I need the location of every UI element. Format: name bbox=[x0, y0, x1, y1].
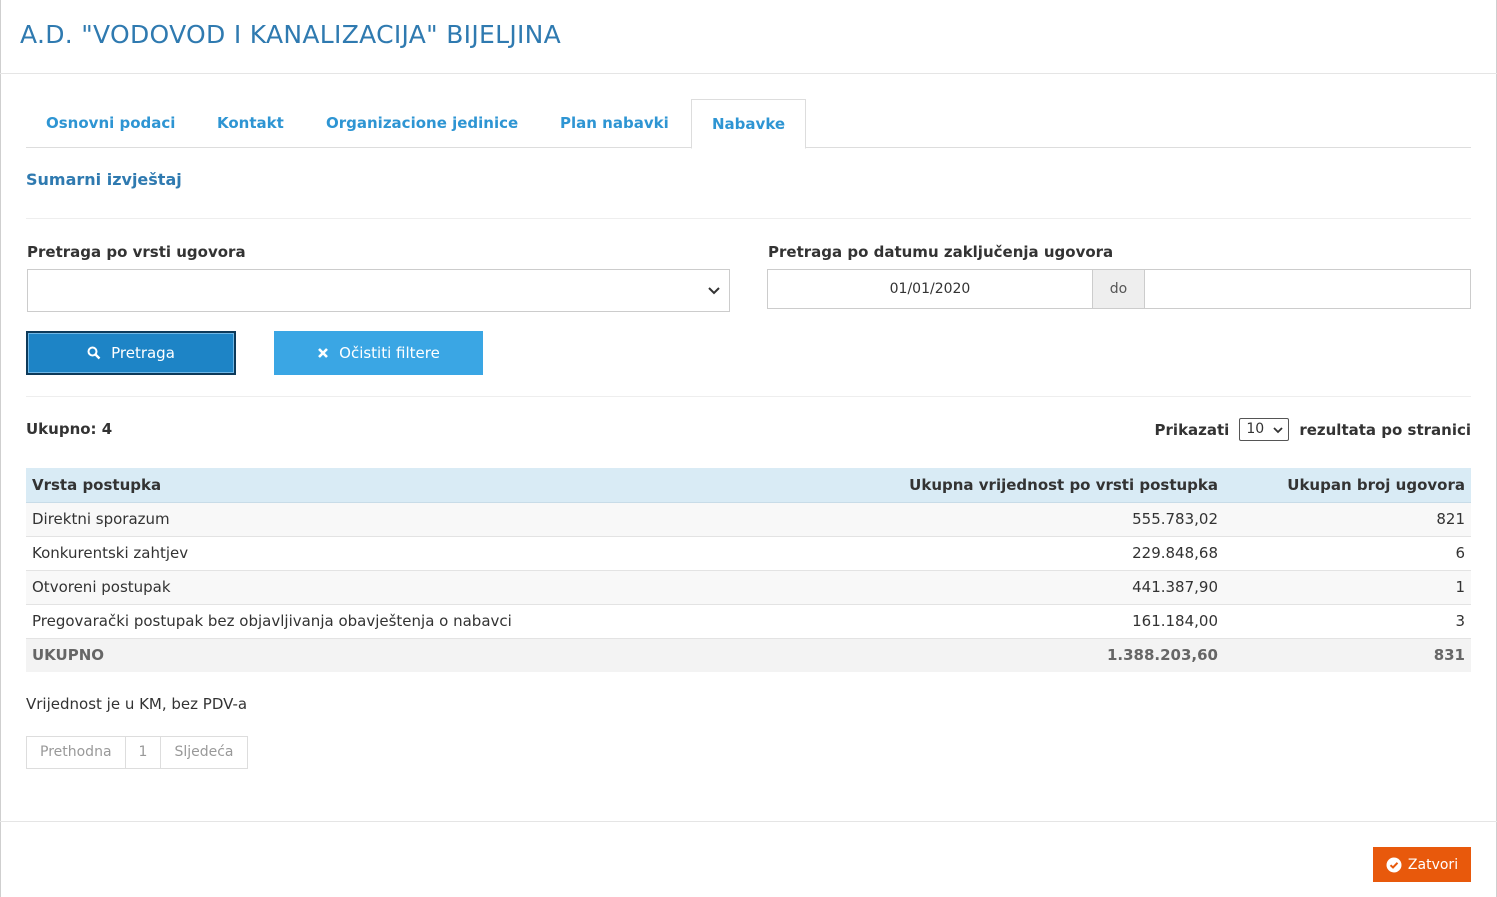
table-row: Konkurentski zahtjev 229.848,68 6 bbox=[26, 535, 1471, 570]
table-cell: UKUPNO bbox=[26, 637, 664, 672]
tab-organizacione-jedinice[interactable]: Organizacione jedinice bbox=[306, 99, 538, 148]
close-button[interactable]: Zatvori bbox=[1373, 847, 1471, 882]
pagination-next[interactable]: Sljedeća bbox=[161, 737, 246, 768]
column-header[interactable]: Ukupan broj ugovora bbox=[1224, 468, 1471, 503]
modal-header: A.D. "VODOVOD I KANALIZACIJA" BIJELJINA bbox=[0, 0, 1497, 74]
close-button-label: Zatvori bbox=[1407, 856, 1459, 873]
tab-kontakt[interactable]: Kontakt bbox=[197, 99, 304, 148]
page-title: A.D. "VODOVOD I KANALIZACIJA" BIJELJINA bbox=[20, 20, 562, 49]
table-cell: 821 bbox=[1224, 501, 1471, 536]
table-total-row: UKUPNO 1.388.203,60 831 bbox=[26, 637, 1471, 672]
per-page-select[interactable]: 10 bbox=[1239, 418, 1290, 441]
table-cell: Pregovarački postupak bez objavljivanja … bbox=[26, 603, 664, 638]
clear-filters-label: Očistiti filtere bbox=[339, 344, 440, 362]
table-cell: 555.783,02 bbox=[664, 501, 1224, 536]
chevron-down-icon bbox=[708, 287, 720, 295]
per-page-suffix: rezultata po stranici bbox=[1299, 420, 1471, 439]
date-to-input[interactable] bbox=[1144, 269, 1471, 309]
pagination-page[interactable]: 1 bbox=[126, 737, 162, 768]
search-icon bbox=[87, 346, 101, 360]
table-cell: 1 bbox=[1224, 569, 1471, 604]
per-page-label: Prikazati bbox=[1154, 420, 1230, 439]
table-cell: Konkurentski zahtjev bbox=[26, 535, 664, 570]
table-cell: Otvoreni postupak bbox=[26, 569, 664, 604]
date-separator: do bbox=[1092, 269, 1145, 309]
table-cell: 3 bbox=[1224, 603, 1471, 638]
column-header[interactable]: Vrsta postupka bbox=[26, 468, 664, 503]
search-button[interactable]: Pretraga bbox=[26, 331, 236, 375]
per-page-value: 10 bbox=[1246, 421, 1265, 437]
table-header-row: Vrsta postupka Ukupna vrijednost po vrst… bbox=[26, 468, 1471, 503]
date-filter-label: Pretraga po datumu zaključenja ugovora bbox=[768, 243, 1114, 261]
tab-osnovni-podaci[interactable]: Osnovni podaci bbox=[26, 99, 195, 148]
pagination: Prethodna 1 Sljedeća bbox=[26, 736, 248, 769]
table-cell: Direktni sporazum bbox=[26, 501, 664, 536]
table-row: Pregovarački postupak bez objavljivanja … bbox=[26, 603, 1471, 638]
table-cell: 229.848,68 bbox=[664, 535, 1224, 570]
per-page-control: Prikazati 10 rezultata po stranici bbox=[1155, 418, 1471, 441]
table-cell: 831 bbox=[1224, 637, 1471, 672]
contract-type-select[interactable] bbox=[27, 269, 730, 312]
tab-plan-nabavki[interactable]: Plan nabavki bbox=[540, 99, 689, 148]
table-cell: 1.388.203,60 bbox=[664, 637, 1224, 672]
table-cell: 161.184,00 bbox=[664, 603, 1224, 638]
section-title: Sumarni izvještaj bbox=[26, 170, 182, 189]
summary-table: Vrsta postupka Ukupna vrijednost po vrst… bbox=[26, 468, 1471, 672]
divider bbox=[26, 396, 1471, 397]
table-cell: 6 bbox=[1224, 535, 1471, 570]
column-header[interactable]: Ukupna vrijednost po vrsti postupka bbox=[664, 468, 1224, 503]
divider bbox=[26, 218, 1471, 219]
table-cell: 441.387,90 bbox=[664, 569, 1224, 604]
pagination-prev[interactable]: Prethodna bbox=[27, 737, 126, 768]
check-circle-icon bbox=[1386, 857, 1402, 872]
tab-nabavke[interactable]: Nabavke bbox=[691, 99, 807, 149]
times-icon bbox=[318, 348, 329, 358]
results-total: Ukupno: 4 bbox=[26, 420, 113, 438]
date-from-input[interactable]: 01/01/2020 bbox=[767, 269, 1093, 309]
clear-filters-button[interactable]: Očistiti filtere bbox=[274, 331, 483, 375]
contract-type-label: Pretraga po vrsti ugovora bbox=[27, 243, 246, 261]
search-button-label: Pretraga bbox=[111, 344, 175, 362]
value-note: Vrijednost je u KM, bez PDV-a bbox=[26, 695, 248, 713]
footer-divider bbox=[0, 821, 1497, 822]
table-row: Direktni sporazum 555.783,02 821 bbox=[26, 501, 1471, 536]
chevron-down-icon bbox=[1273, 427, 1283, 434]
table-row: Otvoreni postupak 441.387,90 1 bbox=[26, 569, 1471, 604]
tab-bar: Osnovni podaci Kontakt Organizacione jed… bbox=[26, 99, 1471, 149]
